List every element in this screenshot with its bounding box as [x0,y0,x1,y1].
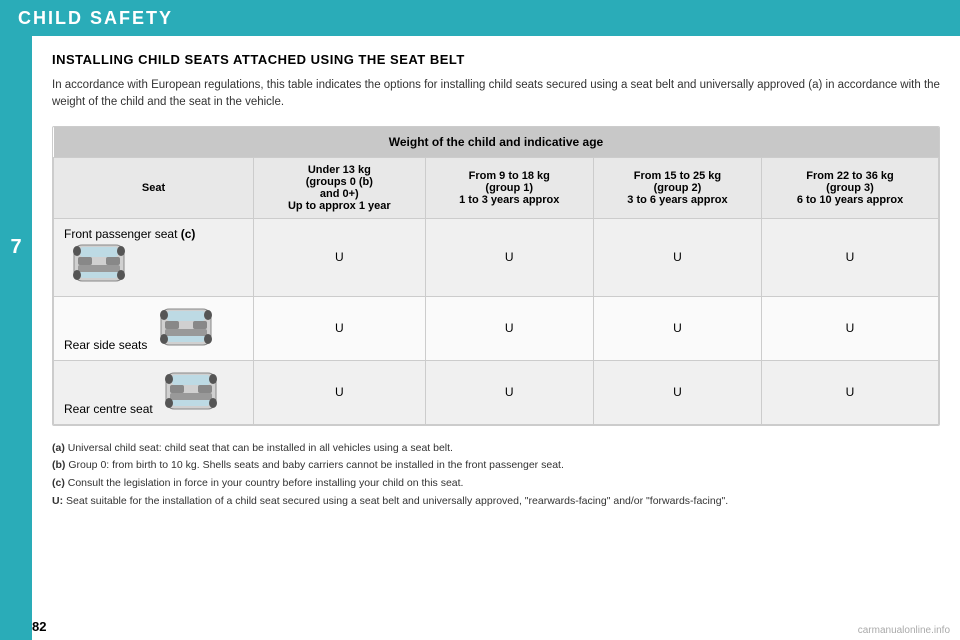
sidebar: 7 [0,36,32,640]
col-under13: Under 13 kg(groups 0 (b)and 0+)Up to app… [254,157,426,218]
footer-note-3: U: Seat suitable for the installation of… [52,493,940,510]
cell-15to25: U [593,218,761,296]
car-image [151,305,221,349]
cell-15to25: U [593,360,761,424]
cell-under13: U [254,296,426,360]
page-title: CHILD SAFETY [18,8,173,29]
cell-22to36: U [762,296,939,360]
header-bar: CHILD SAFETY [0,0,960,36]
table-row: Rear side seats UUUU [54,296,939,360]
chapter-number: 7 [10,236,21,259]
footer-note-1: (b) Group 0: from birth to 10 kg. Shells… [52,457,940,474]
seat-cell: Rear centre seat [54,360,254,424]
seat-label: Rear side seats [64,338,147,352]
seat-label: Rear centre seat [64,402,153,416]
cell-9to18: U [425,360,593,424]
table-row: Front passenger seat (c) UUUU [54,218,939,296]
col-22to36: From 22 to 36 kg(group 3)6 to 10 years a… [762,157,939,218]
seat-label: Front passenger seat (c) [64,227,195,241]
page-number: 82 [32,619,46,634]
col-seat: Seat [54,157,254,218]
footer-note-0: (a) Universal child seat: child seat tha… [52,440,940,457]
table-row: Rear centre seat UUUU [54,360,939,424]
seat-cell: Front passenger seat (c) [54,218,254,296]
cell-15to25: U [593,296,761,360]
footer-notes: (a) Universal child seat: child seat tha… [52,440,940,510]
table-main-header: Weight of the child and indicative age [54,127,939,158]
child-seat-table: Weight of the child and indicative age S… [52,126,940,426]
intro-text: In accordance with European regulations,… [52,77,940,112]
table-column-headers: Seat Under 13 kg(groups 0 (b)and 0+)Up t… [54,157,939,218]
cell-under13: U [254,360,426,424]
cell-22to36: U [762,218,939,296]
cell-9to18: U [425,218,593,296]
cell-under13: U [254,218,426,296]
watermark: carmanualonline.info [858,625,950,636]
car-image [64,241,134,285]
col-9to18: From 9 to 18 kg(group 1)1 to 3 years app… [425,157,593,218]
footer-note-2: (c) Consult the legislation in force in … [52,475,940,492]
col-15to25: From 15 to 25 kg(group 2)3 to 6 years ap… [593,157,761,218]
seat-cell: Rear side seats [54,296,254,360]
cell-9to18: U [425,296,593,360]
section-title: INSTALLING CHILD SEATS ATTACHED USING TH… [52,52,940,67]
car-image [156,369,226,413]
cell-22to36: U [762,360,939,424]
main-content: INSTALLING CHILD SEATS ATTACHED USING TH… [32,36,960,640]
